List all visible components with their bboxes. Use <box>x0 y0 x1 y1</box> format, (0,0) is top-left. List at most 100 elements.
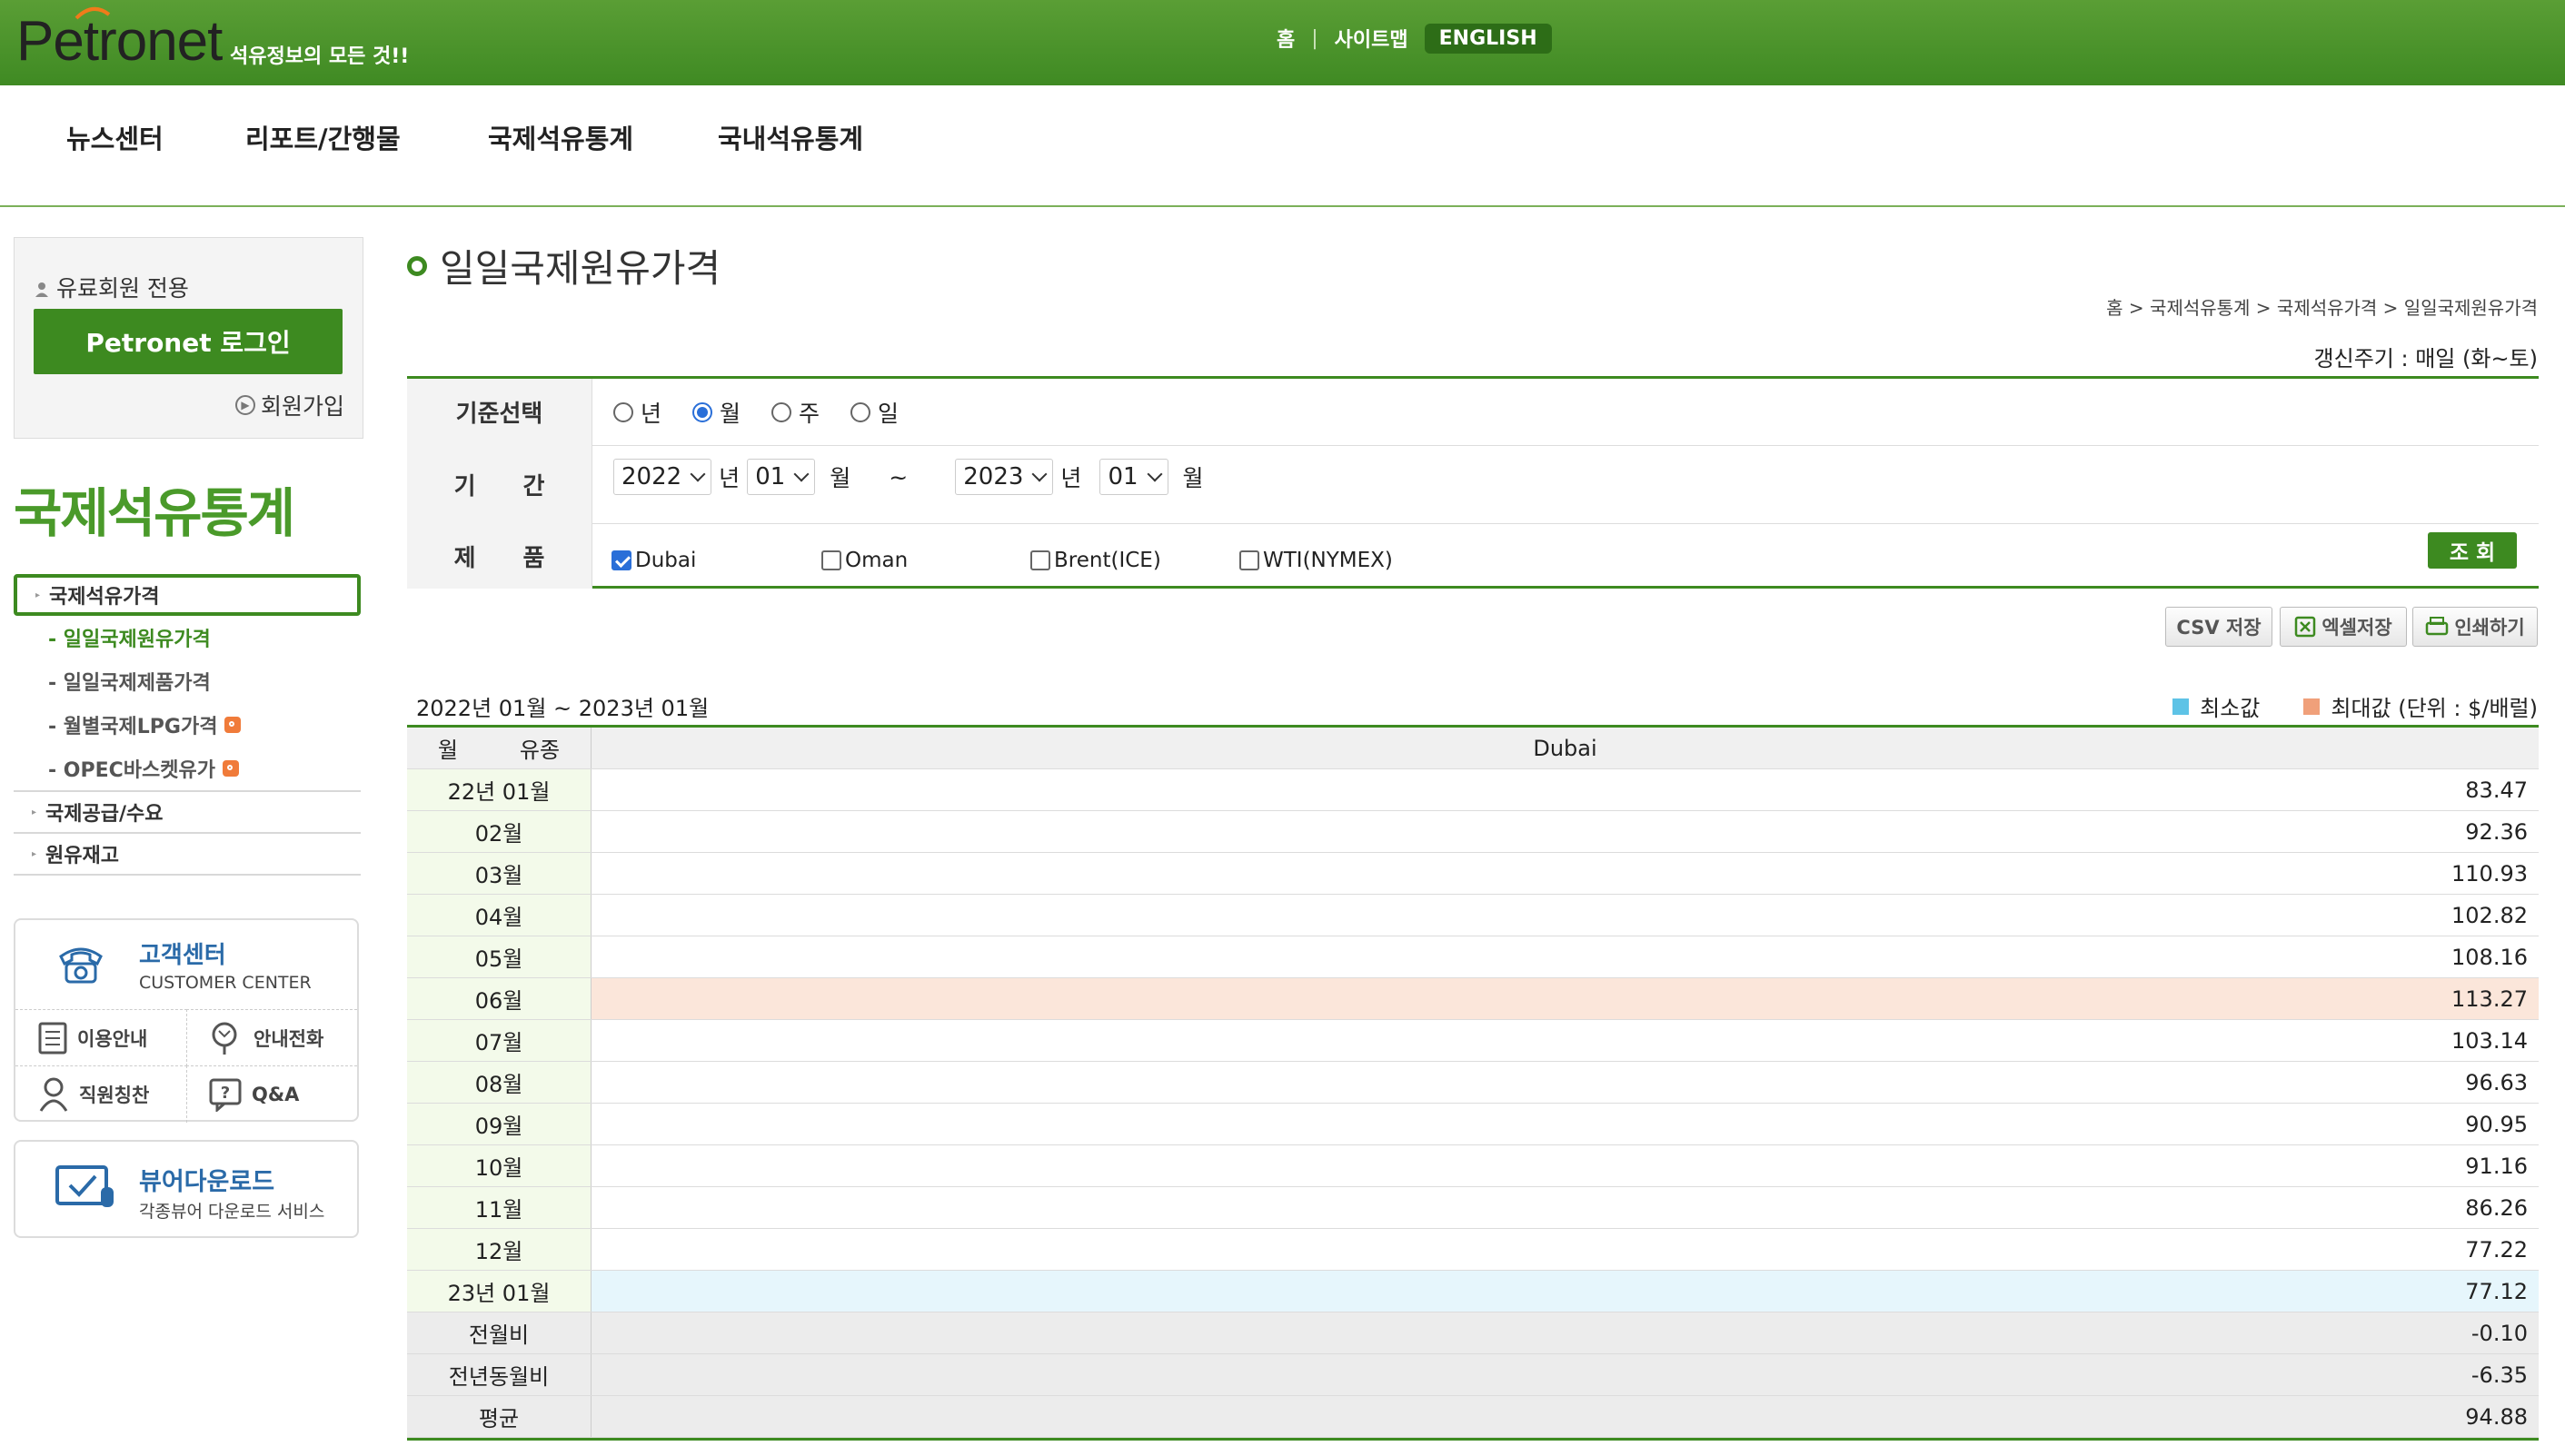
radio-year[interactable]: 년 <box>613 396 661 429</box>
row-month: 04월 <box>407 895 592 936</box>
from-year-select[interactable]: 2022 <box>613 459 712 495</box>
usage-guide-link[interactable]: 이용안내 <box>15 1009 187 1066</box>
year-unit: 년 <box>1060 465 1082 491</box>
join-link[interactable]: ▶ 회원가입 <box>234 389 344 421</box>
row-dubai-value: 86.26 <box>2465 1194 2528 1221</box>
table-row: 08월 96.63 <box>407 1062 2539 1104</box>
search-button[interactable]: 조 회 <box>2428 532 2517 569</box>
qna-link[interactable]: ? Q&A <box>186 1065 357 1123</box>
sidebar-sub-daily-product[interactable]: - 일일국제제품가격 <box>14 659 361 703</box>
table-row: 02월 92.36 <box>407 811 2539 853</box>
viewer-download-subtitle: 각종뷰어 다운로드 서비스 <box>139 1202 325 1222</box>
year-unit: 년 <box>719 465 741 491</box>
from-month-select[interactable]: 01 <box>747 459 816 495</box>
table-row: 23년 01월 77.12 <box>407 1271 2539 1312</box>
excel-save-button[interactable]: 엑셀저장 <box>2280 607 2407 647</box>
table-row: 11월 86.26 <box>407 1187 2539 1229</box>
nav-reports[interactable]: 리포트/간행물 <box>245 118 401 156</box>
logo-arc-icon <box>75 7 111 20</box>
row-month: 08월 <box>407 1062 592 1103</box>
divider: | <box>1311 26 1318 50</box>
row-month: 전월비 <box>407 1312 592 1353</box>
product-row: 제 품 Dubai Oman Brent(ICE) WTI(NYMEX) 조 회 <box>407 523 2539 589</box>
table-row: 05월 108.16 <box>407 936 2539 978</box>
table-row: 12월 77.22 <box>407 1229 2539 1271</box>
sidebar-sub-opec-basket[interactable]: - OPEC바스켓유가 <box>14 747 361 792</box>
customer-center-subtitle: CUSTOMER CENTER <box>139 973 312 993</box>
viewer-download-box[interactable]: 뷰어다운로드 각종뷰어 다운로드 서비스 <box>14 1140 359 1238</box>
radio-month[interactable]: 월 <box>692 396 741 429</box>
row-dubai-value: 90.95 <box>2465 1111 2528 1137</box>
home-link[interactable]: 홈 <box>1277 24 1295 53</box>
row-month: 07월 <box>407 1020 592 1061</box>
row-month: 09월 <box>407 1104 592 1144</box>
tilde: ~ <box>889 463 909 490</box>
page-title: 일일국제원유가격 <box>407 238 721 293</box>
month-unit: 월 <box>830 465 851 491</box>
row-month: 22년 01월 <box>407 769 592 810</box>
premium-icon <box>223 760 239 777</box>
to-month-select[interactable]: 01 <box>1099 459 1168 495</box>
radio-week[interactable]: 주 <box>771 396 820 429</box>
table-row: 평균 94.88 <box>407 1396 2539 1438</box>
breadcrumb: 홈 > 국제석유통계 > 국제석유가격 > 일일국제원유가격 <box>2106 297 2538 319</box>
play-icon: ▶ <box>234 395 255 415</box>
nav-intl-stats[interactable]: 국제석유통계 <box>488 118 633 156</box>
radio-day[interactable]: 일 <box>850 396 899 429</box>
checkbox-wti[interactable]: WTI(NYMEX) <box>1239 549 1393 572</box>
user-icon <box>35 282 48 297</box>
row-month: 11월 <box>407 1187 592 1228</box>
petronet-logo[interactable]: Petronet <box>16 9 223 74</box>
csv-save-button[interactable]: CSV 저장 <box>2165 607 2272 647</box>
chat-phone-icon <box>212 1022 237 1055</box>
table-row: 전년동월비 -6.35 <box>407 1354 2539 1396</box>
row-month: 03월 <box>407 853 592 894</box>
question-icon: ? <box>209 1078 242 1112</box>
checkbox-brent[interactable]: Brent(ICE) <box>1030 549 1161 572</box>
guide-phone-link[interactable]: 안내전화 <box>186 1009 357 1066</box>
viewer-download-title: 뷰어다운로드 <box>139 1168 275 1196</box>
legend-max-label: 최대값 (단위 : $/배럴) <box>2331 696 2538 721</box>
row-month: 05월 <box>407 936 592 977</box>
table-row: 09월 90.95 <box>407 1104 2539 1145</box>
basis-label: 기준선택 <box>407 379 592 445</box>
login-button[interactable]: Petronet 로그인 <box>34 309 343 374</box>
to-year-select[interactable]: 2023 <box>955 459 1054 495</box>
sidebar-title: 국제석유통계 <box>14 482 295 544</box>
table-row: 06월 113.27 <box>407 978 2539 1020</box>
customer-center-title: 고객센터 <box>139 942 226 969</box>
row-month: 23년 01월 <box>407 1271 592 1312</box>
row-dubai-value: 102.82 <box>2451 902 2528 928</box>
print-button[interactable]: 인쇄하기 <box>2412 607 2538 647</box>
checkbox-dubai[interactable]: Dubai <box>611 549 696 572</box>
premium-icon <box>224 717 242 733</box>
sitemap-link[interactable]: 사이트맵 <box>1335 24 1408 53</box>
sidebar-item-crude-stock[interactable]: ▸ 원유재고 <box>14 834 361 876</box>
triangle-icon: ▸ <box>32 807 37 817</box>
table-row: 10월 91.16 <box>407 1145 2539 1187</box>
english-button[interactable]: ENGLISH <box>1424 23 1552 54</box>
main-nav: 뉴스센터 리포트/간행물 국제석유통계 국내석유통계 <box>0 85 2565 207</box>
nav-domestic-stats[interactable]: 국내석유통계 <box>718 118 863 156</box>
checkbox-oman[interactable]: Oman <box>821 549 908 572</box>
customer-center-header[interactable]: 고객센터 CUSTOMER CENTER <box>15 920 357 1009</box>
person-icon <box>39 1077 68 1112</box>
table-row: 22년 01월 83.47 <box>407 769 2539 811</box>
list-icon <box>38 1022 67 1055</box>
row-month: 12월 <box>407 1229 592 1270</box>
sidebar-item-intl-price[interactable]: ▸ 국제석유가격 <box>14 574 361 616</box>
login-box: 유료회원 전용 Petronet 로그인 ▶ 회원가입 <box>14 237 363 439</box>
staff-praise-link[interactable]: 직원칭찬 <box>15 1065 187 1123</box>
nav-news-center[interactable]: 뉴스센터 <box>66 118 164 156</box>
sidebar-sub-monthly-lpg[interactable]: - 월별국제LPG가격 <box>14 703 361 747</box>
top-bar: Petronet 석유정보의 모든 것!! 홈 | 사이트맵 ENGLISH <box>0 0 2565 85</box>
sidebar-sub-daily-crude[interactable]: - 일일국제원유가격 <box>14 616 361 659</box>
sidebar-item-supply-demand[interactable]: ▸ 국제공급/수요 <box>14 792 361 834</box>
row-dubai-value: -6.35 <box>592 1354 2539 1395</box>
legend-max-swatch <box>2303 698 2321 715</box>
row-dubai-value: 103.14 <box>2451 1027 2528 1054</box>
row-dubai-value: 108.16 <box>2451 944 2528 970</box>
table-row: 03월 110.93 <box>407 853 2539 895</box>
legend-min-swatch <box>2172 698 2190 715</box>
monitor-check-icon <box>55 1165 114 1207</box>
